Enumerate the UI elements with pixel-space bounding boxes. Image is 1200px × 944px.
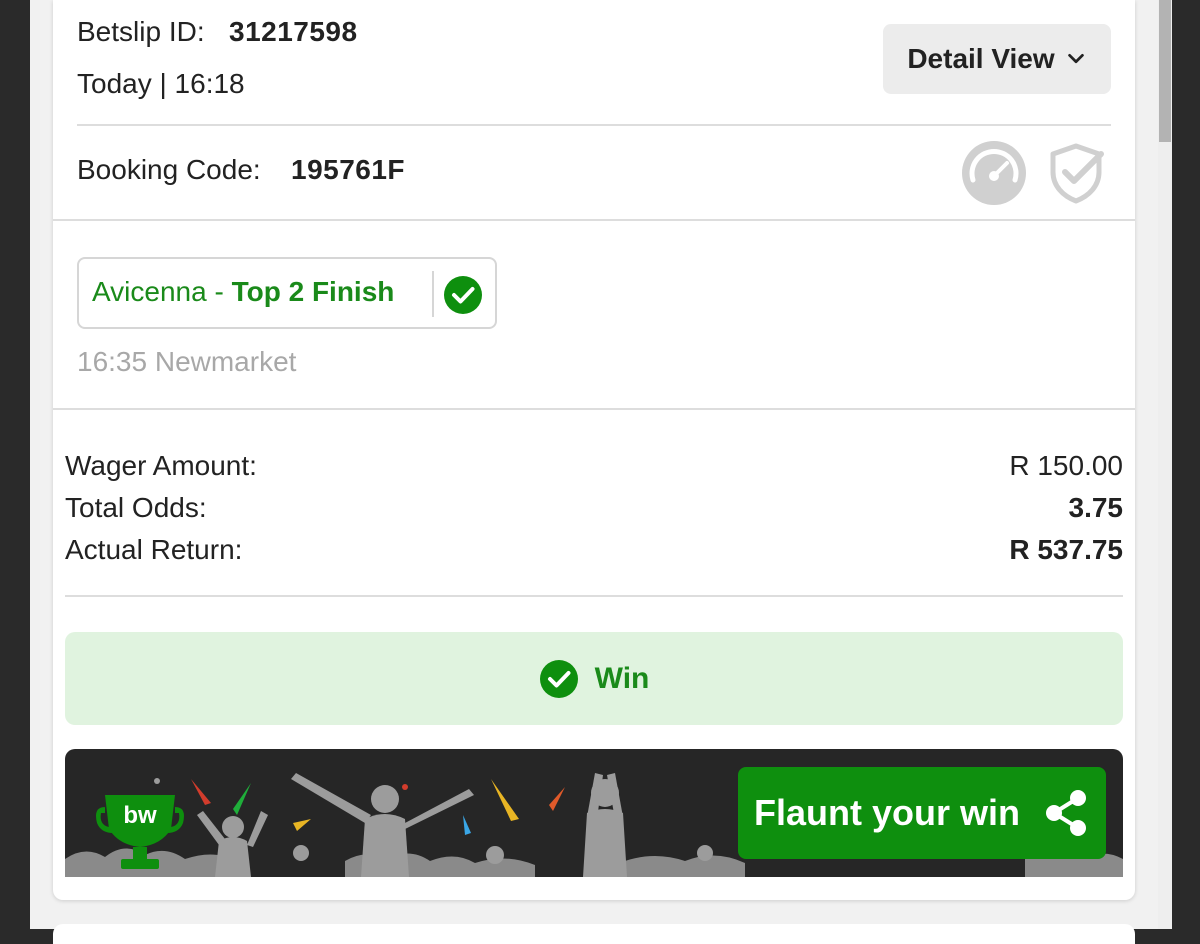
flaunt-your-win-label: Flaunt your win (754, 792, 1020, 833)
booking-code-label: Booking Code: (77, 154, 261, 185)
market-name: Top 2 Finish (231, 276, 395, 307)
total-odds-value: 3.75 (1068, 492, 1124, 523)
runner-name: Avicenna (92, 276, 207, 307)
selection-chip: Avicenna - Top 2 Finish (77, 257, 497, 329)
divider (77, 124, 1111, 126)
booking-code-value: 195761F (291, 154, 406, 185)
trophy-logo-text: bw (123, 802, 157, 829)
divider (53, 408, 1135, 410)
selection-text: Avicenna - Top 2 Finish (92, 276, 394, 308)
gauge-icon[interactable] (961, 140, 1027, 206)
detail-view-label: Detail View (907, 43, 1055, 74)
actual-return-value: R 537.75 (1009, 534, 1123, 565)
betslip-id-label: Betslip ID: (77, 16, 205, 47)
scrollbar-thumb[interactable] (1159, 0, 1171, 142)
selection-separator: - (206, 276, 232, 307)
next-card (53, 924, 1135, 944)
actual-return-label: Actual Return: (65, 534, 243, 565)
win-status-label: Win (594, 661, 650, 695)
check-circle-icon (444, 276, 482, 314)
wager-amount-value: R 150.00 (1009, 450, 1123, 481)
chevron-down-icon (1067, 53, 1084, 64)
total-odds-label: Total Odds: (65, 492, 207, 523)
divider (65, 595, 1123, 597)
flaunt-win-banner: bw Flaunt your win (65, 749, 1123, 877)
divider (53, 219, 1135, 221)
flaunt-your-win-button[interactable]: Flaunt your win (738, 767, 1106, 859)
wager-amount-label: Wager Amount: (65, 450, 257, 481)
event-info: 16:35 Newmarket (77, 346, 297, 377)
betslip-datetime: Today | 16:18 (77, 68, 245, 99)
share-icon (1046, 790, 1086, 836)
betslip-id-value: 31217598 (229, 16, 358, 47)
detail-view-button[interactable]: Detail View (883, 24, 1111, 94)
win-status-banner: Win (65, 632, 1123, 725)
check-circle-icon (539, 659, 578, 698)
shield-check-icon[interactable] (1045, 142, 1107, 204)
betslip-card: Betslip ID: 31217598 Today | 16:18 Detai… (53, 0, 1135, 900)
chip-divider (432, 271, 434, 317)
